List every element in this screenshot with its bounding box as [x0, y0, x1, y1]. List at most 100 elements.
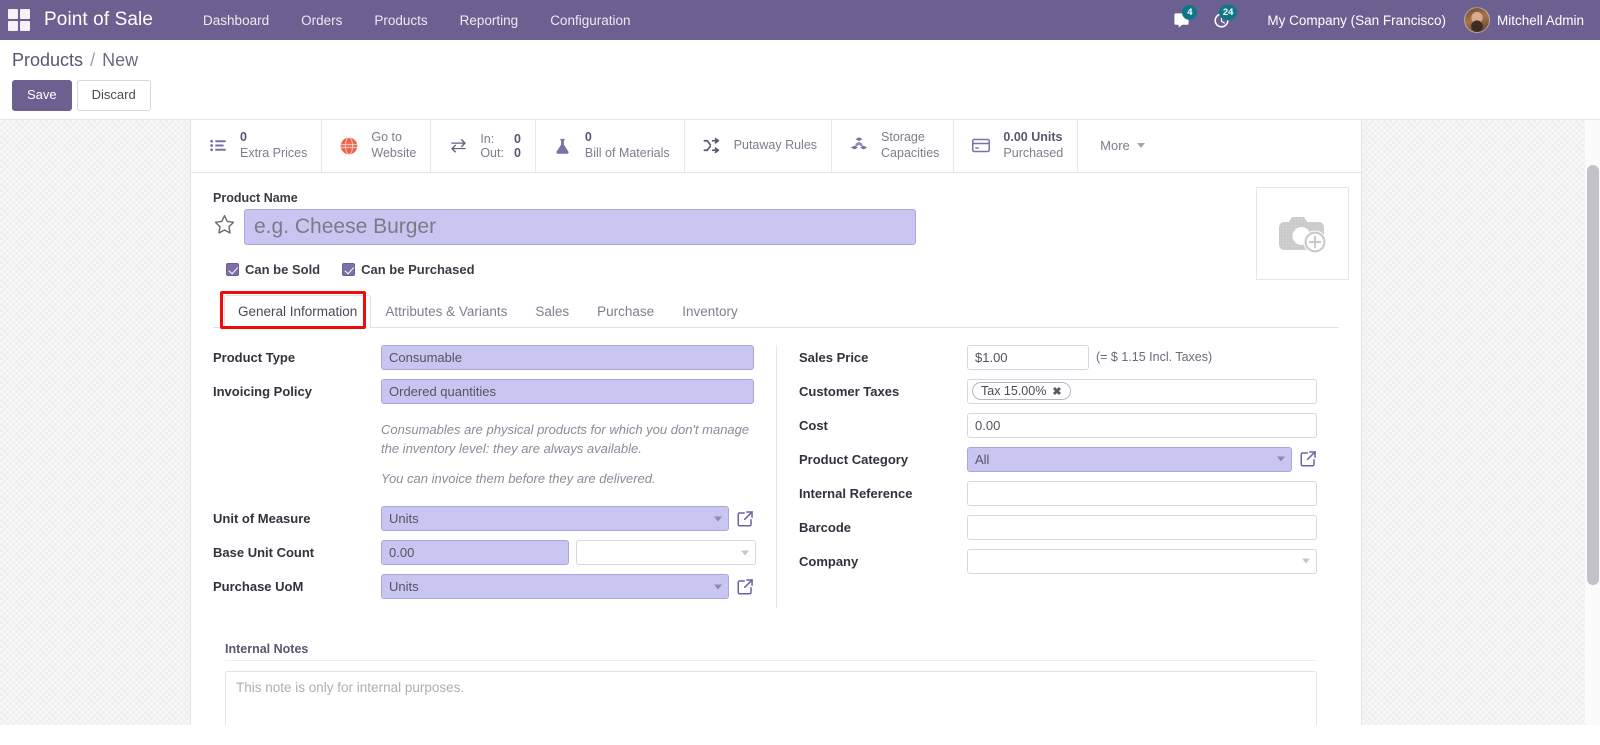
app-brand-title[interactable]: Point of Sale — [44, 9, 153, 31]
unit-of-measure-input[interactable] — [381, 506, 729, 532]
breadcrumb: Products / New — [12, 50, 1600, 71]
product-category-m2o[interactable] — [967, 446, 1292, 472]
checkbox-checked-icon — [226, 262, 239, 276]
flask-icon — [550, 136, 576, 156]
in-value: 0 — [513, 131, 521, 146]
stat-button-bill-of-materials[interactable]: 0 Bill of Materials — [536, 119, 685, 172]
close-icon[interactable]: ✖ — [1052, 385, 1061, 398]
breadcrumb-products[interactable]: Products — [12, 50, 83, 70]
caret-down-icon — [1136, 143, 1145, 149]
out-label: Out: — [480, 145, 504, 160]
can-be-sold-label: Can be Sold — [245, 261, 321, 277]
product-name-input[interactable] — [244, 208, 916, 245]
save-button[interactable]: Save — [12, 80, 72, 111]
company-switcher[interactable]: My Company (San Francisco) — [1241, 13, 1464, 28]
top-navbar: Point of Sale Dashboard Orders Products … — [0, 0, 1600, 40]
stat-button-extra-prices[interactable]: 0 Extra Prices — [191, 119, 323, 172]
menu-item-orders[interactable]: Orders — [285, 3, 358, 38]
tab-purchase[interactable]: Purchase — [583, 295, 668, 328]
vertical-scrollbar-track[interactable] — [1585, 119, 1600, 725]
can-be-sold-checkbox[interactable]: Can be Sold — [226, 262, 320, 277]
menu-item-configuration[interactable]: Configuration — [534, 3, 646, 38]
stat-button-purchased[interactable]: 0.00 Units Purchased — [954, 119, 1079, 172]
invoicing-policy-label: Invoicing Policy — [213, 383, 312, 399]
tab-sales[interactable]: Sales — [521, 295, 583, 328]
company-input[interactable] — [967, 548, 1317, 574]
vertical-scrollbar-thumb[interactable] — [1587, 164, 1599, 585]
stat-text: 0.00 Units Purchased — [1003, 130, 1063, 161]
tab-attributes-variants[interactable]: Attributes & Variants — [371, 295, 521, 328]
menu-item-dashboard[interactable]: Dashboard — [187, 3, 285, 38]
field-company: Company — [799, 548, 1317, 577]
base-unit-count-input[interactable] — [381, 540, 569, 566]
barcode-input[interactable] — [967, 514, 1317, 540]
field-customer-taxes: Customer Taxes Tax 15.00% ✖ — [799, 378, 1317, 407]
boxes-icon — [846, 136, 872, 155]
star-outline-icon[interactable] — [213, 213, 236, 241]
menu-item-products[interactable]: Products — [358, 3, 443, 38]
company-m2o[interactable] — [967, 548, 1317, 574]
product-image-upload[interactable] — [1256, 186, 1349, 280]
tab-inventory[interactable]: Inventory — [668, 295, 752, 328]
breadcrumb-separator: / — [90, 50, 96, 70]
stat-label: Putaway Rules — [733, 138, 818, 153]
invoicing-policy-select[interactable]: Ordered quantities Delivered quantities — [381, 378, 754, 404]
field-base-unit-count: Base Unit Count — [213, 540, 756, 568]
purchase-uom-m2o[interactable] — [381, 574, 729, 600]
apps-grid-icon[interactable] — [8, 9, 30, 31]
purchase-uom-input[interactable] — [381, 574, 729, 600]
user-menu[interactable]: Mitchell Admin — [1463, 7, 1586, 33]
stat-label: Bill of Materials — [584, 145, 670, 160]
unit-of-measure-m2o[interactable] — [381, 506, 729, 532]
product-category-input[interactable] — [967, 446, 1292, 472]
in-label: In: — [480, 131, 495, 146]
tax-tag-label: Tax 15.00% — [981, 384, 1047, 399]
customer-taxes-tags-field[interactable]: Tax 15.00% ✖ — [967, 378, 1317, 404]
form-actions: Save Discard — [12, 80, 1600, 111]
stat-button-more[interactable]: More — [1078, 120, 1167, 172]
product-type-select[interactable]: Consumable Service Storable Product — [381, 344, 754, 370]
stat-text: Go to Website — [371, 130, 416, 161]
internal-reference-input[interactable] — [967, 480, 1317, 506]
product-type-label: Product Type — [213, 349, 296, 365]
cost-label: Cost — [799, 417, 828, 433]
base-unit-count-label: Base Unit Count — [213, 545, 315, 561]
base-unit-uom-input[interactable] — [576, 540, 756, 566]
purchase-uom-external-link-icon[interactable] — [736, 578, 754, 596]
stat-label-line2: Capacities — [881, 145, 940, 160]
company-label: Company — [799, 553, 859, 569]
activities-button[interactable]: 24 — [1201, 0, 1241, 40]
stat-button-go-to-website[interactable]: Go to Website — [322, 119, 432, 172]
menu-item-reporting[interactable]: Reporting — [444, 3, 535, 38]
stat-button-storage-capacities[interactable]: Storage Capacities — [832, 119, 955, 172]
unit-of-measure-external-link-icon[interactable] — [736, 510, 754, 528]
sheet-body: Product Name Can be Sold Can be Purchase… — [191, 173, 1361, 725]
help-text-line-2: You can invoice them before they are del… — [381, 470, 656, 486]
more-label: More — [1100, 138, 1130, 154]
help-spacer — [213, 413, 381, 418]
tab-general-information[interactable]: General Information — [224, 294, 372, 328]
cost-input[interactable] — [967, 412, 1317, 438]
internal-notes-label: Internal Notes — [225, 642, 1317, 662]
field-cost: Cost — [799, 412, 1317, 441]
general-information-panel: Product Type Consumable Service Storable… — [213, 328, 1339, 609]
can-be-purchased-checkbox[interactable]: Can be Purchased — [342, 262, 475, 277]
stat-text: 0 Bill of Materials — [585, 130, 670, 161]
stat-button-in-out[interactable]: In: 0 Out: 0 — [431, 119, 536, 172]
discard-button[interactable]: Discard — [76, 80, 151, 111]
main-menu: Dashboard Orders Products Reporting Conf… — [187, 3, 646, 38]
stat-button-putaway-rules[interactable]: Putaway Rules — [685, 119, 833, 172]
breadcrumb-current: New — [102, 50, 139, 70]
help-text-line-1: Consumables are physical products for wh… — [381, 421, 750, 457]
field-purchase-uom: Purchase UoM — [213, 574, 754, 602]
stat-label-line1: Storage — [881, 130, 925, 145]
sales-price-input[interactable] — [967, 344, 1089, 370]
internal-notes-section: Internal Notes This note is only for int… — [213, 608, 1339, 725]
base-unit-uom-m2o[interactable] — [576, 540, 756, 566]
unit-of-measure-label: Unit of Measure — [213, 511, 311, 527]
apps-grid-cell — [20, 9, 30, 19]
product-category-external-link-icon[interactable] — [1299, 450, 1317, 468]
tax-tag[interactable]: Tax 15.00% ✖ — [972, 382, 1071, 401]
messages-button[interactable]: 4 — [1161, 0, 1201, 40]
internal-notes-textarea[interactable]: This note is only for internal purposes. — [225, 671, 1317, 725]
